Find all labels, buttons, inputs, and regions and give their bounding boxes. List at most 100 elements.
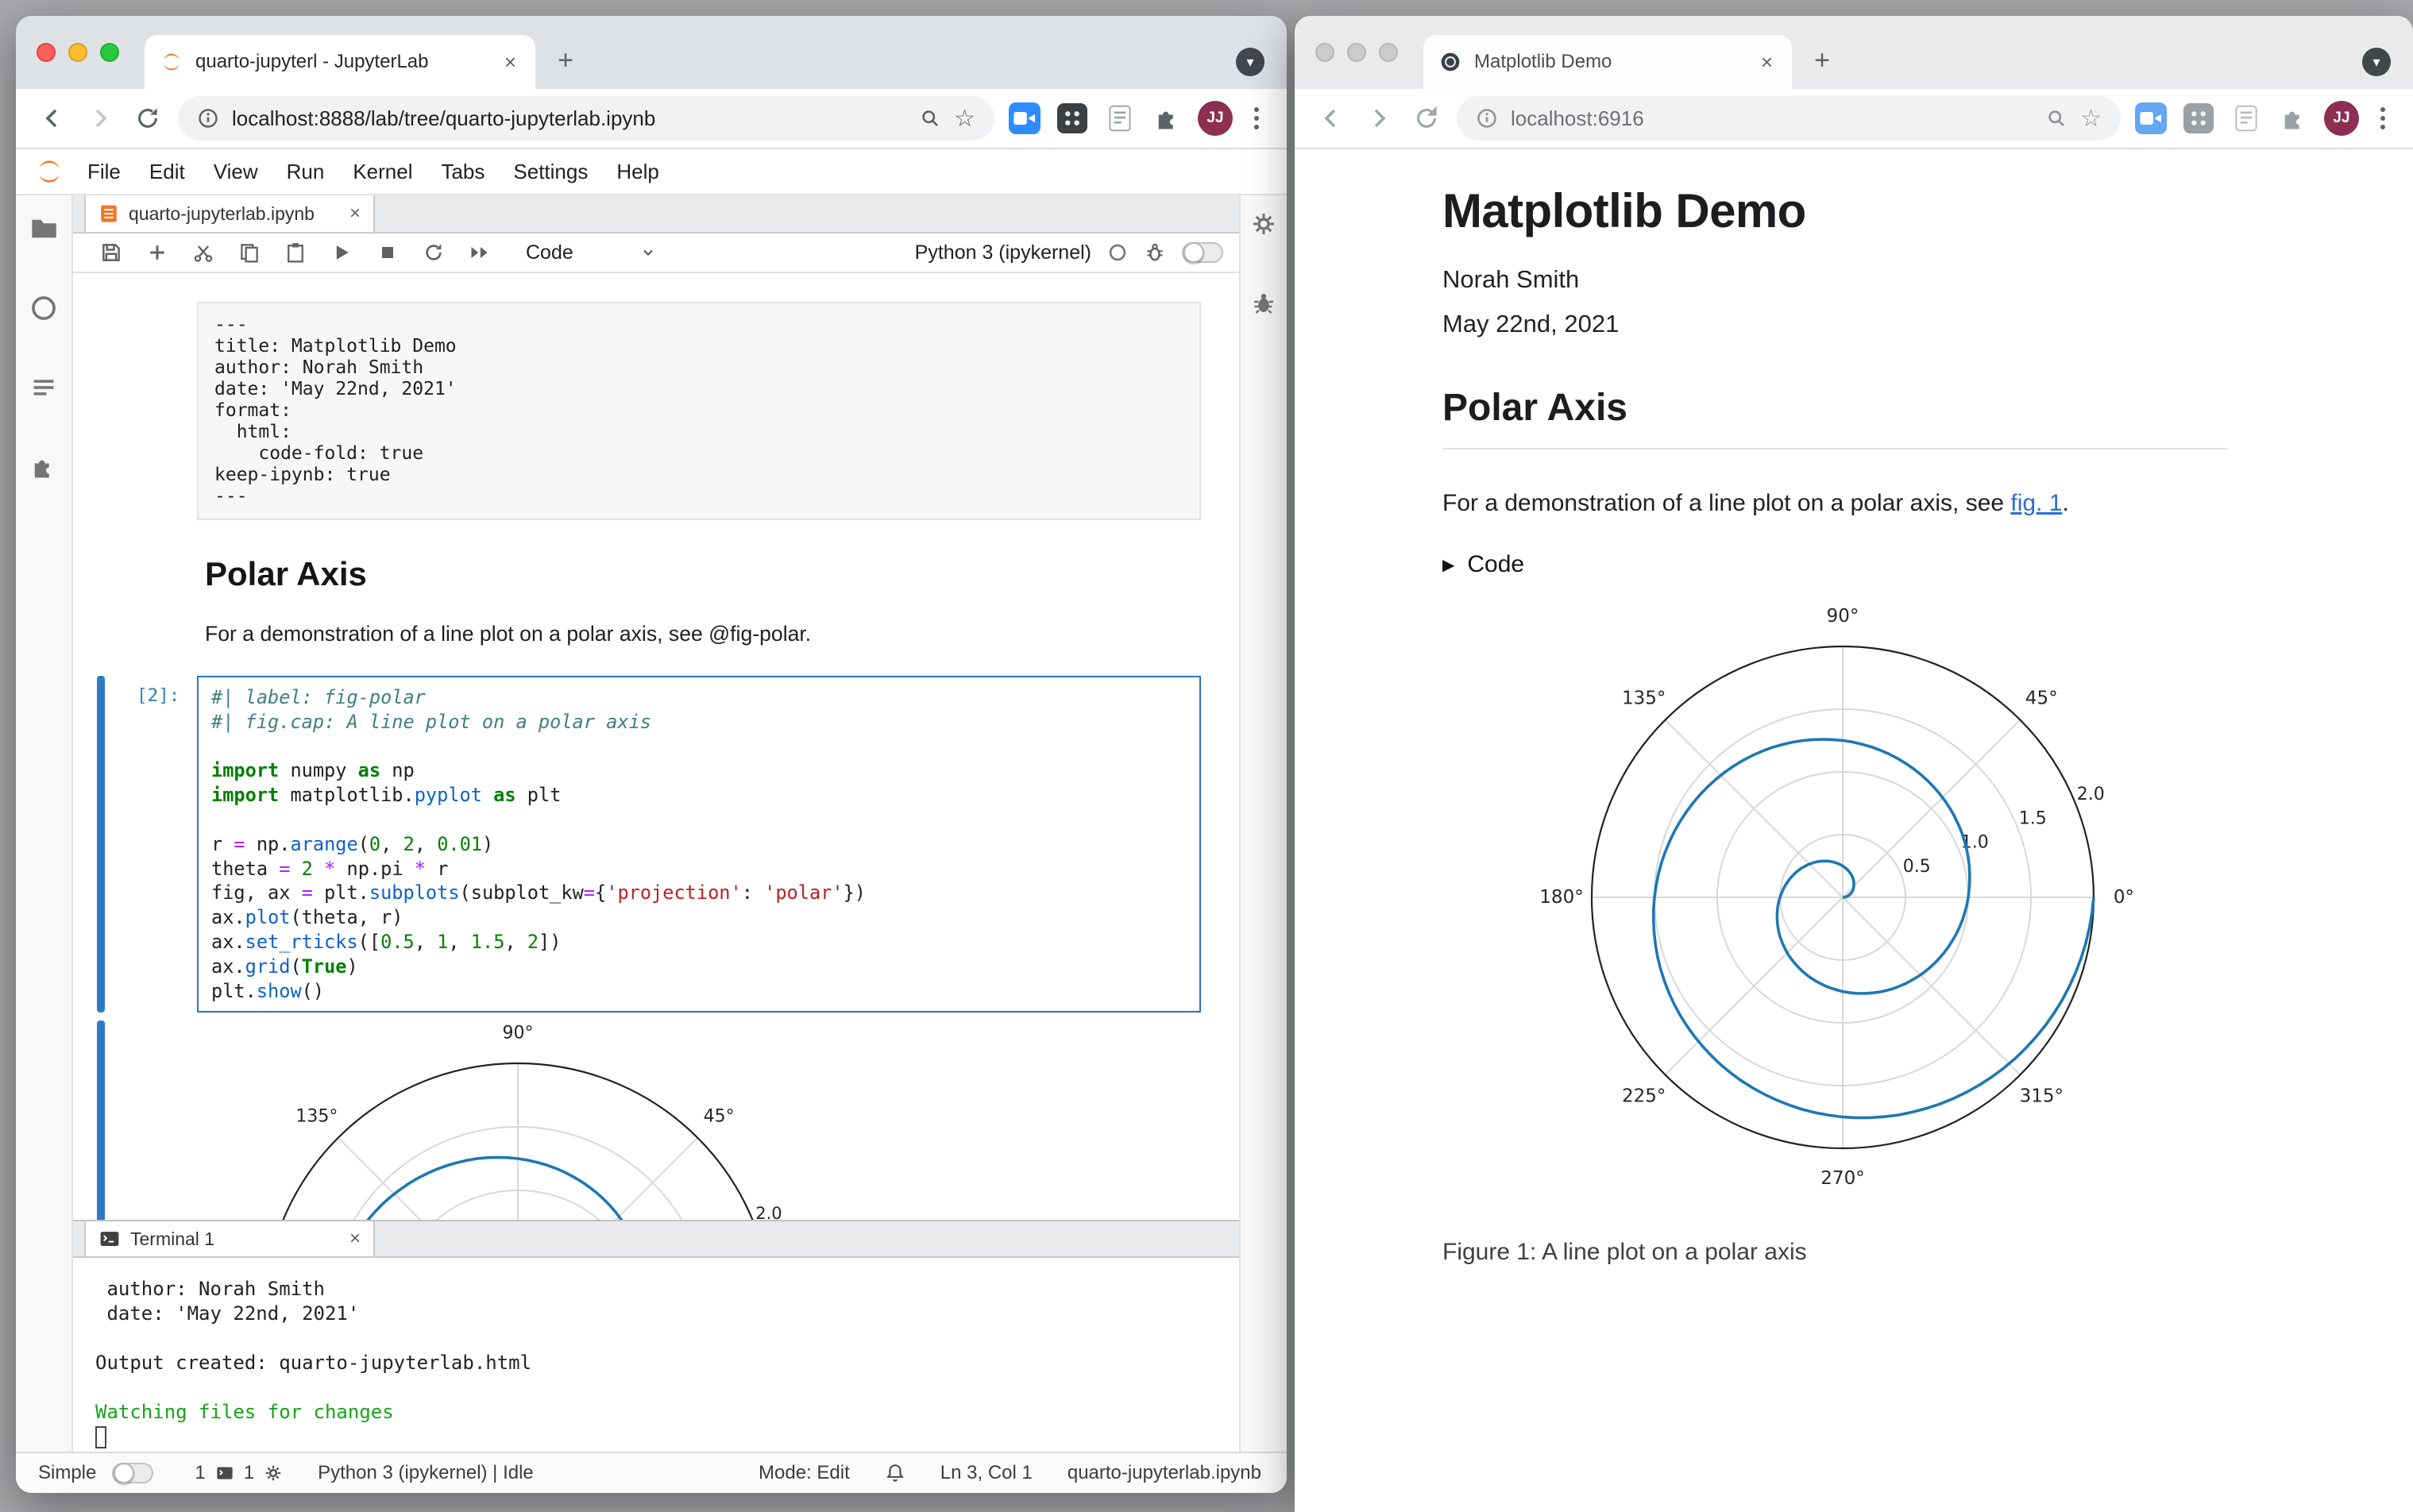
output-collapser[interactable] [97,1020,105,1220]
tab-close-icon[interactable]: × [501,48,519,75]
running-sessions-icon[interactable] [29,294,58,329]
kernel-idle-icon[interactable] [1107,242,1128,263]
gear-icon[interactable] [1251,211,1276,243]
menu-view[interactable]: View [199,160,272,184]
close-icon[interactable]: × [349,1228,361,1250]
kebab-menu-icon[interactable] [1245,107,1268,129]
figure-link[interactable]: fig. 1 [2010,490,2062,516]
terminal-line: Watching files for changes [95,1401,394,1423]
close-window-button[interactable] [37,43,56,62]
bug-icon[interactable] [1144,241,1166,264]
forward-icon[interactable] [83,101,118,136]
url-text[interactable]: localhost:8888/lab/tree/quarto-jupyterla… [232,106,906,131]
tab-search-button[interactable]: ▾ [1236,48,1264,76]
kernel-status-text[interactable]: Python 3 (ipykernel) | Idle [318,1462,534,1484]
extension-manager-puzzle-icon[interactable] [29,453,58,488]
bookmark-star-icon[interactable]: ☆ [954,105,975,133]
doc-extension-icon[interactable] [1102,101,1137,136]
search-icon[interactable] [919,107,941,129]
page-title: Matplotlib Demo [1442,184,1806,237]
minimize-window-button[interactable] [68,43,87,62]
cell-collapser[interactable] [97,676,105,1012]
code-line: #| label: fig-polar [211,686,426,708]
add-cell-icon[interactable] [145,240,170,265]
menu-file[interactable]: File [73,160,135,184]
reload-icon[interactable] [130,101,165,136]
menu-kernel[interactable]: Kernel [338,160,427,184]
address-bar[interactable]: localhost:6916 ☆ [1457,96,2121,141]
folder-icon[interactable] [29,214,58,249]
toc-list-icon[interactable] [29,373,58,408]
menu-tabs[interactable]: Tabs [427,160,499,184]
extensions-puzzle-icon[interactable] [2276,101,2311,136]
polar-r-label: 0.5 [1903,857,1931,877]
video-camera-icon[interactable] [1007,101,1042,136]
restart-kernel-icon[interactable] [421,240,446,265]
cursor-position[interactable]: Ln 3, Col 1 [940,1462,1033,1484]
grid-extension-icon[interactable] [1055,101,1090,136]
menu-settings: Settings [513,159,589,183]
avatar[interactable]: JJ [1198,101,1233,136]
copy-icon[interactable] [237,240,262,265]
jupyterlab-browser-window: quarto-jupyterl - JupyterLab × + ▾ local… [16,16,1287,1493]
forward-icon[interactable] [1361,101,1396,136]
run-all-icon[interactable] [467,240,492,265]
video-camera-icon[interactable] [2133,101,2168,136]
notebook-file-icon [98,203,119,224]
grid-extension-icon[interactable] [2181,101,2216,136]
search-icon[interactable] [2045,107,2067,129]
raw-yaml-cell[interactable]: --- title: Matplotlib Demo author: Norah S… [197,302,1201,520]
debugger-bug-icon[interactable] [1251,291,1276,322]
minimize-window-button[interactable] [1347,43,1366,62]
extensions-puzzle-icon[interactable] [1150,101,1185,136]
doc-extension-icon[interactable] [2229,101,2264,136]
menu-edit[interactable]: Edit [135,160,199,184]
tab-search-button[interactable]: ▾ [2362,48,2391,76]
kebab-menu-icon[interactable] [2372,107,2394,129]
cell-type-select[interactable]: Code [526,241,656,264]
browser-tab-jupyterlab[interactable]: quarto-jupyterl - JupyterLab × [145,35,535,89]
zoom-window-button[interactable] [100,43,119,62]
url-text[interactable]: localhost:6916 [1511,106,2033,131]
bell-icon[interactable] [885,1463,905,1483]
toolbar-toggle[interactable] [1182,242,1223,263]
polar-angle-label: 90° [1827,606,1859,627]
save-icon[interactable] [98,240,124,265]
back-icon[interactable] [1314,101,1349,136]
zoom-window-button[interactable] [1379,43,1398,62]
bookmark-star-icon[interactable]: ☆ [2080,105,2102,133]
activity-bar [16,195,73,1452]
back-icon[interactable] [35,101,70,136]
terminal-tab[interactable]: Terminal 1 × [84,1221,375,1256]
avatar[interactable]: JJ [2324,101,2359,136]
menu-run[interactable]: Run [272,160,339,184]
kernel-name[interactable]: Python 3 (ipykernel) [915,241,1091,264]
mode-indicator[interactable]: Mode: Edit [759,1462,850,1484]
paste-icon[interactable] [283,240,308,265]
notebook-tab[interactable]: quarto-jupyterlab.ipynb × [84,195,375,232]
close-window-button[interactable] [1315,43,1334,62]
raw-cell-line: format: [214,400,291,421]
address-bar[interactable]: localhost:8888/lab/tree/quarto-jupyterla… [178,96,994,141]
info-icon[interactable] [1476,107,1498,129]
sessions-group[interactable]: 1 1 [195,1462,283,1484]
browser-tab-preview[interactable]: Matplotlib Demo × [1423,35,1792,89]
run-icon[interactable] [329,240,354,265]
reload-icon[interactable] [1409,101,1444,136]
cut-icon[interactable] [191,240,216,265]
info-icon[interactable] [197,107,219,129]
menu-help[interactable]: Help [602,160,673,184]
new-tab-button[interactable]: + [545,40,586,81]
stop-icon[interactable] [375,240,400,265]
terminal-line: Output created: quarto-jupyterlab.html [95,1352,532,1374]
code-editor[interactable]: #| label: fig-polar #| fig.cap: A line pl… [197,676,1201,1012]
terminal-tabbar: Terminal 1 × [73,1220,1239,1258]
code-line: ax.set_rticks([0.5, 1, 1.5, 2]) [211,930,562,953]
raw-cell-line: title: Matplotlib Demo [214,336,457,357]
terminal-output[interactable]: author: Norah Smith date: 'May 22nd, 202… [73,1258,1239,1452]
close-icon[interactable]: × [349,202,361,225]
tab-close-icon[interactable]: × [1758,48,1776,75]
simple-mode-toggle[interactable] [112,1463,154,1483]
new-tab-button[interactable]: + [1801,40,1843,81]
